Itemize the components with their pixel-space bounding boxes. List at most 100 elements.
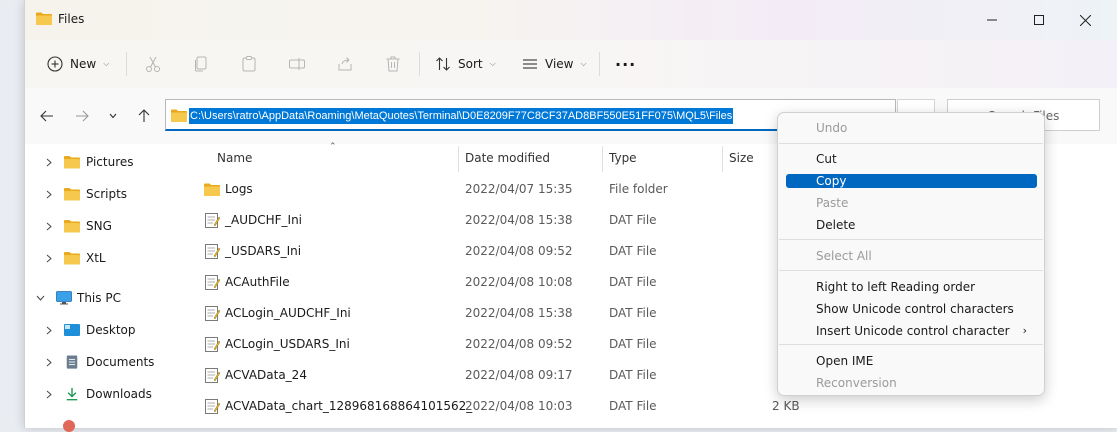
up-button[interactable]: [132, 106, 156, 126]
file-name: Logs: [225, 182, 253, 196]
address-path-selected[interactable]: C:\Users\ratro\AppData\Roaming\MetaQuote…: [189, 108, 734, 124]
file-name: ACVAData_24: [225, 368, 307, 382]
file-date: 2022/04/08 09:52: [465, 244, 573, 258]
clipboard-icon: [242, 56, 256, 72]
column-separator[interactable]: [458, 146, 459, 172]
chevron-down-icon[interactable]: [34, 292, 46, 304]
menu-separator: [779, 270, 1043, 271]
back-button[interactable]: [35, 106, 59, 126]
menu-item-rtl-reading-order[interactable]: Right to left Reading order: [786, 280, 1037, 294]
nav-item-pictures[interactable]: Pictures: [25, 150, 167, 174]
nav-item-sng[interactable]: SNG: [25, 214, 167, 238]
rename-button[interactable]: [288, 50, 306, 78]
chevron-down-icon: [109, 113, 117, 119]
menu-item-open-ime[interactable]: Open IME: [786, 354, 1037, 368]
chevron-right-icon[interactable]: [43, 220, 55, 232]
folder-icon: [64, 252, 80, 265]
maximize-icon: [1034, 15, 1044, 25]
chevron-down-icon: ⌵: [103, 59, 110, 68]
file-row[interactable]: Logs 2022/04/07 15:35 File folder: [203, 173, 803, 204]
folder-icon: [36, 12, 52, 25]
column-separator[interactable]: [602, 146, 603, 172]
rename-icon: [289, 58, 305, 70]
chevron-right-icon[interactable]: [43, 156, 55, 168]
cut-button[interactable]: [144, 50, 162, 78]
copy-icon: [195, 56, 207, 72]
toolbar-divider: [599, 52, 600, 76]
delete-button[interactable]: [384, 50, 402, 78]
dat-file-icon: [205, 368, 220, 383]
file-row[interactable]: ACVAData_24 2022/04/08 09:17 DAT File: [203, 359, 803, 390]
nav-item-scripts[interactable]: Scripts: [25, 182, 167, 206]
view-button[interactable]: View ⌵: [522, 50, 587, 78]
file-type: DAT File: [609, 275, 657, 289]
file-row[interactable]: _AUDCHF_Ini 2022/04/08 15:38 DAT File: [203, 204, 803, 235]
folder-icon: [64, 220, 80, 233]
folder-icon: [171, 109, 187, 122]
minimize-icon: [987, 19, 997, 21]
menu-item-delete[interactable]: Delete: [786, 218, 1037, 232]
documents-icon: [66, 355, 78, 369]
chevron-right-icon: ›: [1022, 324, 1027, 337]
view-list-icon: [523, 59, 537, 69]
file-size: 2 KB: [772, 399, 800, 413]
menu-separator: [779, 344, 1043, 345]
desktop-icon: [64, 324, 80, 336]
nav-item-downloads[interactable]: Downloads: [25, 382, 167, 406]
maximize-button[interactable]: [1022, 8, 1056, 32]
new-button[interactable]: New ⌵: [47, 50, 109, 78]
menu-item-label: Insert Unicode control character: [816, 324, 1010, 338]
chevron-right-icon[interactable]: [43, 188, 55, 200]
nav-item-desktop[interactable]: Desktop: [25, 318, 167, 342]
title-bar: Files: [25, 0, 1117, 40]
command-bar: New ⌵ Sort ⌵ View ⌵ ···: [25, 40, 1117, 89]
nav-item-this-pc[interactable]: This PC: [25, 286, 167, 310]
sort-button[interactable]: Sort ⌵: [435, 50, 496, 78]
file-date: 2022/04/07 15:35: [465, 182, 573, 196]
chevron-right-icon[interactable]: [43, 388, 55, 400]
menu-item-undo[interactable]: Undo: [786, 121, 1037, 135]
column-header-size[interactable]: Size: [729, 144, 754, 172]
more-options-button[interactable]: ···: [615, 50, 636, 78]
column-header-name[interactable]: Name: [217, 144, 252, 172]
nav-item-label: Pictures: [86, 155, 134, 169]
file-date: 2022/04/08 09:52: [465, 337, 573, 351]
sort-ascending-icon: ⌃: [329, 142, 337, 152]
share-button[interactable]: [336, 50, 354, 78]
new-label: New: [70, 57, 97, 71]
menu-separator: [779, 143, 1043, 144]
paste-button[interactable]: [240, 50, 258, 78]
menu-item-select-all[interactable]: Select All: [786, 249, 1037, 263]
file-row[interactable]: ACLogin_AUDCHF_Ini 2022/04/08 15:38 DAT …: [203, 297, 803, 328]
file-row[interactable]: ACAuthFile 2022/04/08 10:08 DAT File: [203, 266, 803, 297]
file-row[interactable]: _USDARS_Ini 2022/04/08 09:52 DAT File: [203, 235, 803, 266]
column-header-date[interactable]: Date modified: [465, 144, 550, 172]
column-separator[interactable]: [722, 146, 723, 172]
file-type: DAT File: [609, 213, 657, 227]
close-button[interactable]: [1068, 8, 1102, 32]
file-row[interactable]: ACVAData_chart_128968168864101562_ 2022/…: [203, 390, 803, 421]
nav-item-documents[interactable]: Documents: [25, 350, 167, 374]
menu-item-copy[interactable]: Copy: [786, 174, 1037, 188]
forward-button[interactable]: [70, 106, 94, 126]
menu-item-paste[interactable]: Paste: [786, 196, 1037, 210]
menu-item-show-unicode[interactable]: Show Unicode control characters: [786, 302, 1037, 316]
scissors-icon: [146, 56, 160, 72]
chevron-right-icon[interactable]: [43, 356, 55, 368]
nav-item-label: Documents: [86, 355, 155, 369]
menu-item-cut[interactable]: Cut: [786, 152, 1037, 166]
chevron-right-icon[interactable]: [43, 252, 55, 264]
menu-item-reconversion[interactable]: Reconversion: [786, 376, 1037, 390]
recent-locations-button[interactable]: [101, 106, 125, 126]
copy-button[interactable]: [192, 50, 210, 78]
nav-item-label: This PC: [77, 291, 121, 305]
nav-item-xtl[interactable]: XtL: [25, 246, 167, 270]
file-name: _USDARS_Ini: [225, 244, 302, 258]
nav-item-label: Downloads: [86, 387, 152, 401]
menu-item-insert-unicode[interactable]: Insert Unicode control character ›: [786, 324, 1037, 338]
minimize-button[interactable]: [975, 8, 1009, 32]
file-type: DAT File: [609, 306, 657, 320]
column-header-type[interactable]: Type: [609, 144, 637, 172]
file-row[interactable]: ACLogin_USDARS_Ini 2022/04/08 09:52 DAT …: [203, 328, 803, 359]
chevron-right-icon[interactable]: [43, 324, 55, 336]
